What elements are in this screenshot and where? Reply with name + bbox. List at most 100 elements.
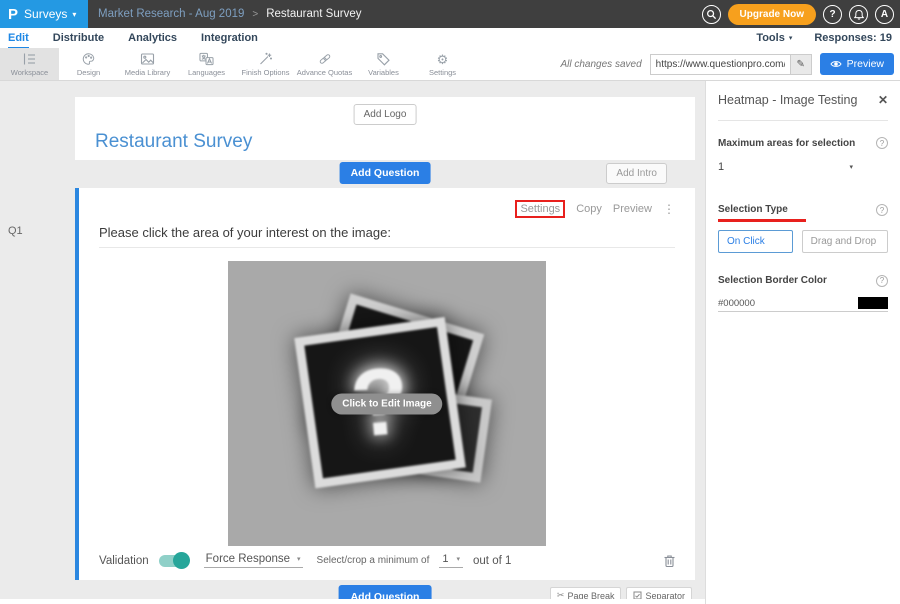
chevron-down-icon: ▾: [789, 34, 793, 42]
tab-edit[interactable]: Edit: [8, 29, 29, 48]
survey-url-group: ✎: [650, 54, 812, 75]
copy-button[interactable]: Copy: [576, 203, 602, 215]
avatar[interactable]: A: [875, 5, 894, 24]
kebab-menu-icon[interactable]: ⋮: [663, 202, 675, 216]
validation-row: Validation Force Response ▾ Select/crop …: [99, 553, 675, 568]
help-icon[interactable]: ?: [876, 204, 888, 216]
toolbar-item-languages[interactable]: Languages: [177, 48, 236, 80]
toolbar-item-advance-quotas[interactable]: Advance Quotas: [295, 48, 354, 80]
edit-image-button[interactable]: Click to Edit Image: [331, 393, 442, 414]
tools-menu[interactable]: Tools ▾: [756, 32, 792, 44]
survey-url-input[interactable]: [650, 54, 790, 75]
tag-icon: [376, 52, 391, 67]
breadcrumb-separator: >: [252, 9, 258, 20]
image-icon: [140, 52, 155, 67]
border-color-input[interactable]: #000000: [718, 297, 888, 312]
toolbar-item-variables[interactable]: Variables: [354, 48, 413, 80]
selection-type-row: Selection Type ?: [718, 199, 888, 222]
question-text[interactable]: Please click the area of your interest o…: [99, 225, 675, 248]
breadcrumb-current: Restaurant Survey: [266, 8, 361, 20]
search-icon: [706, 9, 717, 20]
on-click-button[interactable]: On Click: [718, 230, 793, 253]
panel-close-button[interactable]: ✕: [878, 93, 888, 107]
surveys-nav-block[interactable]: P Surveys ▾: [0, 0, 88, 28]
toolbar-item-settings[interactable]: ⚙ Settings: [413, 48, 472, 80]
survey-title[interactable]: Restaurant Survey: [95, 131, 252, 153]
surveys-menu-label: Surveys: [24, 7, 67, 21]
min-value-select[interactable]: 1 ▾: [439, 553, 463, 568]
add-question-strip-top: Add Question Add Intro: [75, 160, 695, 188]
add-question-button-top[interactable]: Add Question: [340, 162, 431, 184]
help-button[interactable]: ?: [823, 5, 842, 24]
notifications-button[interactable]: [849, 5, 868, 24]
max-areas-row: Maximum areas for selection ?: [718, 137, 888, 149]
autosave-status: All changes saved: [560, 59, 641, 70]
next-section-edge: [0, 599, 705, 604]
settings-button[interactable]: Settings: [515, 200, 565, 218]
panel-divider: [718, 120, 888, 121]
question-number-label: Q1: [8, 225, 23, 237]
tab-distribute[interactable]: Distribute: [53, 29, 104, 47]
border-color-label: Selection Border Color: [718, 275, 827, 286]
chevron-down-icon: ▾: [457, 555, 461, 563]
tab-analytics[interactable]: Analytics: [128, 29, 177, 47]
pencil-icon: ✎: [796, 59, 804, 70]
palette-icon: [81, 52, 96, 67]
preview-button[interactable]: Preview: [820, 53, 894, 75]
min-selection-label: Select/crop a minimum of: [317, 555, 430, 566]
add-intro-button[interactable]: Add Intro: [606, 163, 667, 184]
editor-toolbar: Workspace Design Media Library Languages…: [0, 48, 900, 81]
workspace-icon: [22, 52, 37, 67]
chain-links-icon: [317, 52, 333, 67]
wand-icon: [258, 52, 273, 67]
selection-type-label: Selection Type: [718, 204, 788, 215]
help-icon[interactable]: ?: [876, 275, 888, 287]
gear-icon: ⚙: [437, 52, 449, 67]
force-response-select[interactable]: Force Response ▾: [204, 553, 303, 568]
tools-label: Tools: [756, 32, 785, 44]
bell-icon: [854, 9, 864, 20]
menubar-right: Tools ▾ Responses: 19: [756, 32, 892, 44]
question-actions: Settings Copy Preview ⋮: [99, 188, 675, 218]
toolbar-item-media-library[interactable]: Media Library: [118, 48, 177, 80]
toolbar-item-finish-options[interactable]: Finish Options: [236, 48, 295, 80]
validation-toggle[interactable]: [159, 555, 188, 567]
search-button[interactable]: [702, 5, 721, 24]
selection-type-buttons: On Click Drag and Drop: [718, 230, 888, 253]
translate-icon: [199, 52, 214, 67]
upgrade-now-button[interactable]: Upgrade Now: [728, 4, 816, 25]
panel-header: Heatmap - Image Testing ✕: [718, 93, 888, 107]
max-areas-label: Maximum areas for selection: [718, 138, 855, 149]
panel-title: Heatmap - Image Testing: [718, 93, 857, 107]
toolbar-item-design[interactable]: Design: [59, 48, 118, 80]
chevron-down-icon: ▾: [297, 555, 301, 563]
avatar-initial: A: [881, 9, 888, 20]
survey-canvas: Q1 Add Logo Restaurant Survey Add Questi…: [0, 81, 705, 604]
trash-icon: [664, 554, 675, 567]
validation-label: Validation: [99, 555, 149, 567]
top-bar: P Surveys ▾ Market Research - Aug 2019 >…: [0, 0, 900, 28]
chevron-down-icon: ▾: [72, 10, 76, 19]
surveys-menu[interactable]: Surveys ▾: [24, 7, 76, 21]
tab-integration[interactable]: Integration: [201, 29, 258, 47]
max-areas-select[interactable]: 1 ▾: [718, 161, 853, 173]
edit-url-button[interactable]: ✎: [790, 54, 812, 75]
add-logo-button[interactable]: Add Logo: [354, 104, 417, 125]
breadcrumb-parent[interactable]: Market Research - Aug 2019: [98, 8, 244, 20]
out-of-label: out of 1: [473, 555, 511, 567]
toolbar-item-workspace[interactable]: Workspace: [0, 48, 59, 80]
menu-bar: Edit Distribute Analytics Integration To…: [0, 28, 900, 48]
survey-editor-screen: P Surveys ▾ Market Research - Aug 2019 >…: [0, 0, 900, 604]
border-color-row: Selection Border Color ?: [718, 275, 888, 287]
questionpro-logo: P: [8, 6, 18, 23]
chevron-down-icon: ▾: [849, 163, 853, 171]
drag-and-drop-button[interactable]: Drag and Drop: [802, 230, 888, 253]
question-settings-panel: Heatmap - Image Testing ✕ Maximum areas …: [705, 81, 900, 604]
color-swatch[interactable]: [858, 297, 888, 309]
delete-question-button[interactable]: [664, 554, 675, 567]
responses-count[interactable]: Responses: 19: [814, 32, 892, 44]
help-icon: ?: [829, 9, 835, 20]
heatmap-image-placeholder[interactable]: ? Click to Edit Image: [228, 261, 546, 546]
preview-question-button[interactable]: Preview: [613, 203, 652, 215]
help-icon[interactable]: ?: [876, 137, 888, 149]
